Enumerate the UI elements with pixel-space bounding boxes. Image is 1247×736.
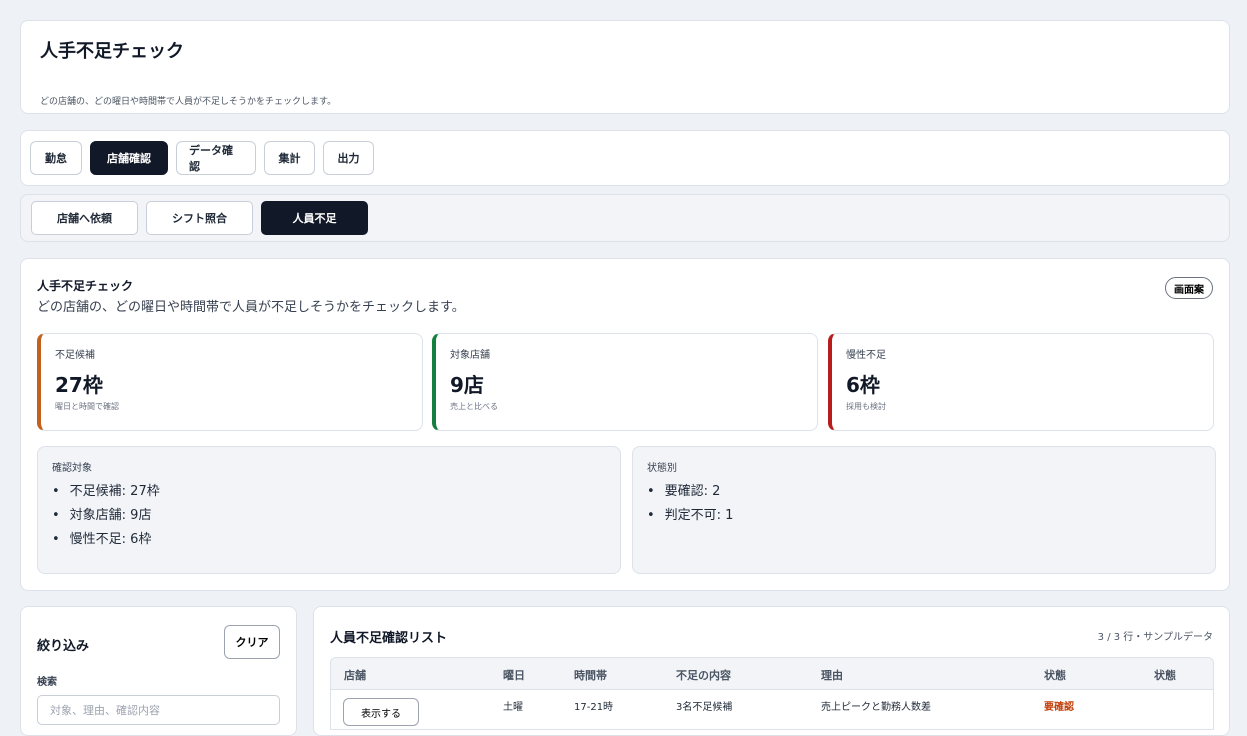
tab-output[interactable]: 出力	[323, 141, 374, 175]
search-label: 検索	[37, 677, 57, 688]
mockup-button[interactable]: 画面案	[1165, 277, 1213, 299]
column-status-2: 状態	[1154, 669, 1176, 682]
stat-value: 6枠	[846, 373, 880, 397]
clear-button[interactable]: クリア	[224, 625, 280, 659]
page-header: 人手不足チェック どの店舗の、どの曜日や時間帯で人員が不足しそうかをチェックしま…	[20, 20, 1230, 114]
main-tab-bar: 勤怠 店舗確認 データ確認 集計 出力	[20, 130, 1230, 186]
stat-label: 不足候補	[55, 350, 95, 361]
stat-label: 慢性不足	[846, 350, 886, 361]
target-item: 不足候補: 27枠	[52, 480, 606, 504]
subtab-shift-match[interactable]: シフト照合	[146, 201, 253, 235]
target-item: 対象店舗: 9店	[52, 504, 606, 528]
subtab-store-request[interactable]: 店舗へ依頼	[31, 201, 138, 235]
store-show-button[interactable]: 表示する	[343, 698, 419, 726]
stat-sub: 売上と比べる	[450, 402, 498, 411]
filter-panel: 絞り込み クリア 検索	[20, 606, 297, 736]
cell-day: 土曜	[503, 702, 523, 713]
tab-data-check[interactable]: データ確認	[176, 141, 256, 175]
cell-time: 17-21時	[574, 702, 614, 713]
stat-sub: 採用も検討	[846, 402, 886, 411]
stat-card-chronic-shortage: 慢性不足 6枠 採用も検討	[828, 333, 1214, 431]
stat-value: 27枠	[55, 373, 103, 397]
stat-card-target-stores: 対象店舗 9店 売上と比べる	[432, 333, 818, 431]
filter-title: 絞り込み	[37, 639, 90, 654]
summary-title: 人手不足チェック	[37, 279, 134, 293]
stat-sub: 曜日と時間で確認	[55, 402, 119, 411]
summary-section: 人手不足チェック どの店舗の、どの曜日や時間帯で人員が不足しそうかをチェックしま…	[20, 258, 1230, 591]
list-title: 人員不足確認リスト	[330, 631, 448, 646]
states-title: 状態別	[647, 463, 677, 474]
tab-attendance[interactable]: 勤怠	[30, 141, 82, 175]
page-title: 人手不足チェック	[40, 41, 184, 62]
column-content: 不足の内容	[676, 669, 731, 682]
page-description: どの店舗の、どの曜日や時間帯で人員が不足しそうかをチェックします。	[40, 97, 337, 107]
column-store: 店舗	[344, 669, 366, 682]
subtab-staff-shortage[interactable]: 人員不足	[261, 201, 368, 235]
column-status: 状態	[1044, 669, 1066, 682]
tab-aggregate[interactable]: 集計	[264, 141, 315, 175]
stat-value: 9店	[450, 373, 484, 397]
column-reason: 理由	[821, 669, 843, 682]
tab-store-check[interactable]: 店舗確認	[90, 141, 168, 175]
list-count: 3 / 3 行・サンプルデータ	[1097, 632, 1213, 643]
table-row: 表示する 土曜 17-21時 3名不足候補 売上ピークと勤務人数差 要確認	[330, 690, 1214, 730]
target-item: 慢性不足: 6枠	[52, 528, 606, 552]
summary-description: どの店舗の、どの曜日や時間帯で人員が不足しそうかをチェックします。	[37, 300, 465, 315]
status-badge: 要確認	[1044, 702, 1074, 713]
sub-tab-bar: 店舗へ依頼 シフト照合 人員不足	[20, 194, 1230, 242]
state-item: 要確認: 2	[647, 480, 1201, 504]
shortage-list: 人員不足確認リスト 3 / 3 行・サンプルデータ 店舗 曜日 時間帯 不足の内…	[313, 606, 1230, 736]
state-item: 判定不可: 1	[647, 504, 1201, 528]
stat-card-shortage-candidates: 不足候補 27枠 曜日と時間で確認	[37, 333, 423, 431]
search-input[interactable]	[37, 695, 280, 725]
states-panel: 状態別 要確認: 2 判定不可: 1	[632, 446, 1216, 574]
cell-reason: 売上ピークと勤務人数差	[821, 702, 931, 713]
cell-content: 3名不足候補	[676, 702, 733, 713]
targets-title: 確認対象	[52, 463, 92, 474]
targets-panel: 確認対象 不足候補: 27枠 対象店舗: 9店 慢性不足: 6枠	[37, 446, 621, 574]
table-header: 店舗 曜日 時間帯 不足の内容 理由 状態 状態	[330, 657, 1214, 690]
column-time: 時間帯	[574, 669, 607, 682]
stat-label: 対象店舗	[450, 350, 490, 361]
column-day: 曜日	[503, 669, 525, 682]
